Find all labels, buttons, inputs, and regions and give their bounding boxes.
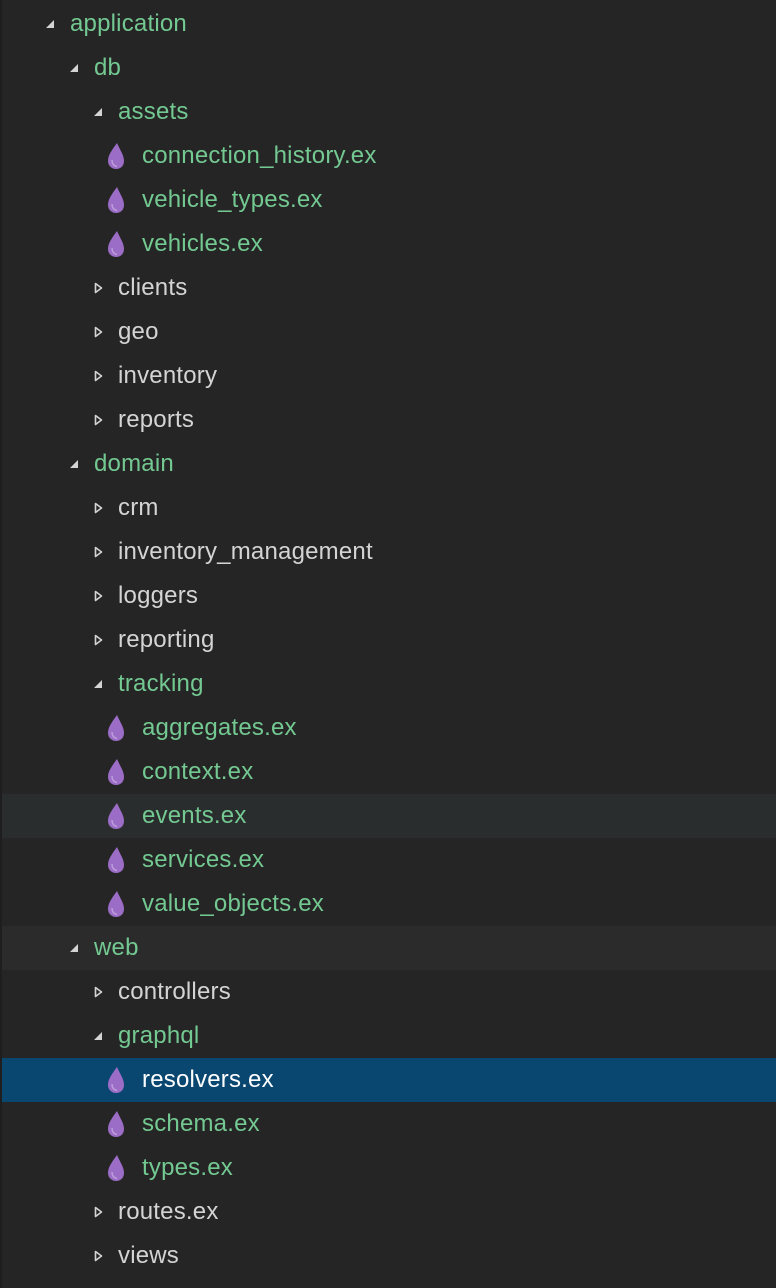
- chevron-right-icon[interactable]: [88, 1234, 108, 1278]
- tree-file-row[interactable]: context.ex: [2, 750, 776, 794]
- elixir-drop-icon: [106, 1102, 126, 1146]
- elixir-drop-icon: [106, 1058, 126, 1102]
- tree-folder-row[interactable]: reports: [2, 398, 776, 442]
- folder-label: reporting: [118, 626, 215, 653]
- tree-folder-row[interactable]: db: [2, 46, 776, 90]
- file-label: services.ex: [142, 846, 265, 873]
- chevron-right-icon[interactable]: [88, 354, 108, 398]
- folder-label: domain: [94, 450, 174, 477]
- folder-label: views: [118, 1242, 180, 1269]
- folder-label: inventory_management: [118, 538, 373, 565]
- elixir-drop-icon: [106, 794, 126, 838]
- chevron-right-icon[interactable]: [88, 530, 108, 574]
- chevron-right-icon[interactable]: [88, 486, 108, 530]
- tree-file-row[interactable]: resolvers.ex: [2, 1058, 776, 1102]
- chevron-down-icon[interactable]: [88, 90, 108, 134]
- chevron-right-icon[interactable]: [88, 574, 108, 618]
- tree-file-row[interactable]: types.ex: [2, 1146, 776, 1190]
- file-explorer-tree: application db assets connection_history.ex…: [0, 0, 776, 1288]
- elixir-drop-icon: [106, 134, 126, 178]
- tree-file-row[interactable]: vehicles.ex: [2, 222, 776, 266]
- tree-folder-row[interactable]: assets: [2, 90, 776, 134]
- tree-folder-row[interactable]: web: [2, 926, 776, 970]
- chevron-down-icon[interactable]: [88, 662, 108, 706]
- chevron-down-icon[interactable]: [64, 442, 84, 486]
- chevron-right-icon[interactable]: [88, 266, 108, 310]
- elixir-drop-icon: [106, 222, 126, 266]
- tree-folder-row[interactable]: tracking: [2, 662, 776, 706]
- tree-folder-row[interactable]: application: [2, 2, 776, 46]
- tree-folder-row[interactable]: geo: [2, 310, 776, 354]
- chevron-right-icon[interactable]: [88, 310, 108, 354]
- folder-label: tracking: [118, 670, 204, 697]
- folder-label: inventory: [118, 362, 218, 389]
- elixir-drop-icon: [106, 1146, 126, 1190]
- chevron-right-icon[interactable]: [88, 618, 108, 662]
- folder-label: db: [94, 54, 122, 81]
- tree-folder-row[interactable]: views: [2, 1234, 776, 1278]
- chevron-down-icon[interactable]: [40, 2, 60, 46]
- file-label: types.ex: [142, 1154, 233, 1181]
- file-label: vehicle_types.ex: [142, 186, 323, 213]
- chevron-down-icon[interactable]: [88, 1014, 108, 1058]
- file-label: schema.ex: [142, 1110, 260, 1137]
- folder-label: loggers: [118, 582, 199, 609]
- folder-label: crm: [118, 494, 159, 521]
- elixir-drop-icon: [106, 178, 126, 222]
- tree-folder-row[interactable]: routes.ex: [2, 1190, 776, 1234]
- elixir-drop-icon: [106, 706, 126, 750]
- file-label: aggregates.ex: [142, 714, 297, 741]
- tree-file-row[interactable]: aggregates.ex: [2, 706, 776, 750]
- folder-label: application: [70, 10, 187, 37]
- tree-folder-row[interactable]: inventory_management: [2, 530, 776, 574]
- chevron-right-icon[interactable]: [88, 1190, 108, 1234]
- folder-label: graphql: [118, 1022, 200, 1049]
- file-label: vehicles.ex: [142, 230, 263, 257]
- tree-folder-row[interactable]: domain: [2, 442, 776, 486]
- chevron-down-icon[interactable]: [64, 46, 84, 90]
- tree-file-row[interactable]: connection_history.ex: [2, 134, 776, 178]
- folder-label: assets: [118, 98, 189, 125]
- tree-file-row[interactable]: services.ex: [2, 838, 776, 882]
- folder-label: controllers: [118, 978, 231, 1005]
- file-label: context.ex: [142, 758, 254, 785]
- elixir-drop-icon: [106, 882, 126, 926]
- chevron-right-icon[interactable]: [88, 398, 108, 442]
- tree-file-row[interactable]: value_objects.ex: [2, 882, 776, 926]
- folder-label: reports: [118, 406, 195, 433]
- tree-folder-row[interactable]: loggers: [2, 574, 776, 618]
- tree-file-row[interactable]: vehicle_types.ex: [2, 178, 776, 222]
- file-label: value_objects.ex: [142, 890, 324, 917]
- file-label: resolvers.ex: [142, 1066, 274, 1093]
- folder-label: clients: [118, 274, 188, 301]
- tree-folder-row[interactable]: inventory: [2, 354, 776, 398]
- tree-folder-row[interactable]: graphql: [2, 1014, 776, 1058]
- chevron-down-icon[interactable]: [64, 926, 84, 970]
- tree-folder-row[interactable]: crm: [2, 486, 776, 530]
- folder-label: routes.ex: [118, 1198, 219, 1225]
- tree-folder-row[interactable]: clients: [2, 266, 776, 310]
- file-label: events.ex: [142, 802, 247, 829]
- folder-label: web: [94, 934, 139, 961]
- tree-file-row[interactable]: events.ex: [2, 794, 776, 838]
- folder-label: geo: [118, 318, 159, 345]
- chevron-right-icon[interactable]: [88, 970, 108, 1014]
- tree-file-row[interactable]: schema.ex: [2, 1102, 776, 1146]
- file-label: connection_history.ex: [142, 142, 377, 169]
- tree-folder-row[interactable]: reporting: [2, 618, 776, 662]
- tree-folder-row[interactable]: controllers: [2, 970, 776, 1014]
- elixir-drop-icon: [106, 838, 126, 882]
- elixir-drop-icon: [106, 750, 126, 794]
